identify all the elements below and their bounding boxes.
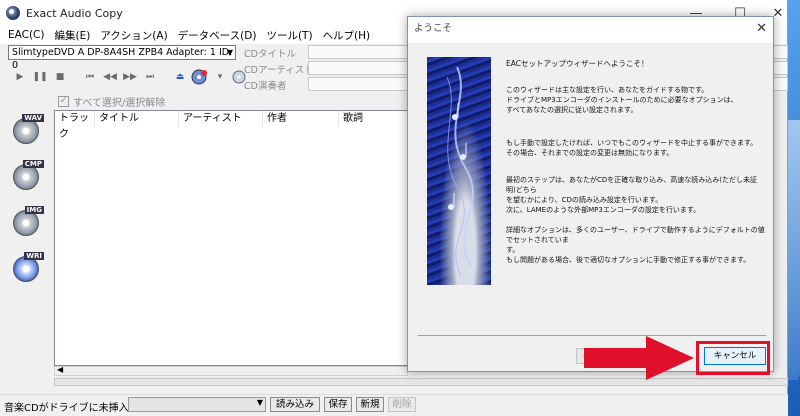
eac-app-icon (6, 6, 20, 20)
transport-controls: ▶ ❚❚ ■ ⏮ ◀◀ ▶▶ ⏭ ⏏ ▾ (10, 68, 250, 86)
eject-icon[interactable]: ⏏ (170, 68, 190, 86)
load-button[interactable]: 読み込み (270, 397, 320, 412)
wizard-banner-image (427, 57, 491, 285)
column-header-lyrics[interactable]: 歌詞 (339, 111, 409, 127)
track-list[interactable]: トラック タイトル アーティスト 作者 歌詞 (54, 110, 408, 366)
last-track-icon[interactable]: ⏭ (140, 68, 160, 86)
cd-info-icon[interactable] (230, 68, 250, 86)
status-dropdown[interactable]: ▼ (128, 397, 266, 412)
first-track-icon[interactable]: ⏮ (80, 68, 100, 86)
fast-forward-icon[interactable]: ▶▶ (120, 68, 140, 86)
copy-image-button[interactable]: IMG (8, 204, 44, 242)
window-title: Exact Audio Copy (26, 6, 123, 20)
cd-performer-label: CD演奏者 (244, 81, 287, 92)
dialog-close-button[interactable]: ✕ (756, 17, 767, 41)
select-all-checkbox[interactable]: ✓ (58, 96, 69, 107)
menu-database[interactable]: データベース(D) (178, 28, 257, 43)
column-header-artist[interactable]: アーティスト (179, 111, 263, 127)
save-button[interactable]: 保存 (324, 397, 352, 412)
cancel-highlight-box (696, 341, 770, 375)
dialog-paragraph-2: もし手動で設定したければ、いつでもこのウィザードを中止する事ができます。 その場… (506, 139, 758, 157)
menu-tools[interactable]: ツール(T) (266, 28, 312, 43)
select-all-toggle[interactable]: ✓ すべて選択/選択解除 (58, 94, 165, 109)
menu-help[interactable]: ヘルプ(H) (323, 28, 371, 43)
wav-tag: WAV (22, 114, 44, 122)
chevron-down-icon: ▼ (226, 48, 233, 57)
menu-action[interactable]: アクション(A) (100, 28, 167, 43)
chevron-down-icon[interactable]: ▾ (210, 68, 230, 86)
cd-title-label: CDタイトル (244, 49, 296, 60)
play-icon[interactable]: ▶ (10, 68, 30, 86)
drive-select[interactable]: SlimtypeDVD A DP-8A4SH ZPB4 Adapter: 1 I… (8, 45, 236, 71)
write-cd-button[interactable]: WRI (8, 250, 44, 288)
status-bar: 音楽CDがドライブに未挿入 ▼ 読み込み 保存 新規 削除 (0, 394, 788, 416)
red-arrow-annotation (584, 336, 694, 380)
column-header-title[interactable]: タイトル (95, 111, 179, 127)
track-list-scrollbar[interactable]: ◀ (54, 365, 408, 376)
menu-edit[interactable]: 編集(E) (55, 28, 91, 43)
chevron-down-icon: ▼ (256, 398, 263, 407)
select-all-label: すべて選択/選択解除 (73, 98, 166, 109)
dialog-title: ようこそ (414, 23, 453, 34)
column-header-track[interactable]: トラック (55, 111, 95, 140)
rewind-icon[interactable]: ◀◀ (100, 68, 120, 86)
cmp-tag: CMP (22, 160, 44, 168)
cd-database-icon[interactable] (190, 68, 210, 86)
pause-icon[interactable]: ❚❚ (30, 68, 50, 86)
welcome-dialog: ようこそ ✕ EACセットアップウィザードへようこそ！ このウィザードは主な設定… (407, 16, 774, 372)
delete-button[interactable]: 削除 (388, 397, 416, 412)
dialog-paragraph-4: 詳細なオプションは、多くのユーザー、ドライブで動作するようにデフォルトの値でセッ… (506, 226, 765, 264)
new-button[interactable]: 新規 (356, 397, 384, 412)
cd-artist-label: CDアーティスト (244, 65, 314, 76)
stop-icon[interactable]: ■ (50, 68, 70, 86)
column-header-composer[interactable]: 作者 (263, 111, 339, 127)
dialog-paragraph-1: このウィザードは主な設定を行い、あなたをガイドする物です。 ドライブとMP3エン… (506, 86, 738, 114)
img-tag: IMG (24, 206, 44, 214)
copy-wav-button[interactable]: WAV (8, 112, 44, 150)
action-sidebar: WAV CMP IMG WRI (8, 112, 48, 296)
menu-eac[interactable]: EAC(C) (8, 29, 45, 41)
copy-compressed-button[interactable]: CMP (8, 158, 44, 196)
status-text: 音楽CDがドライブに未挿入 (4, 403, 129, 414)
dialog-title-bar: ようこそ ✕ (408, 17, 773, 43)
dialog-paragraph-3: 最初のステップは、あなたがCDを正確な取り込み、高速な読み込み(ただし未証明)ど… (506, 176, 758, 214)
dialog-heading: EACセットアップウィザードへようこそ！ (506, 59, 649, 68)
wri-tag: WRI (24, 252, 44, 260)
scroll-left-icon[interactable]: ◀ (57, 365, 63, 374)
